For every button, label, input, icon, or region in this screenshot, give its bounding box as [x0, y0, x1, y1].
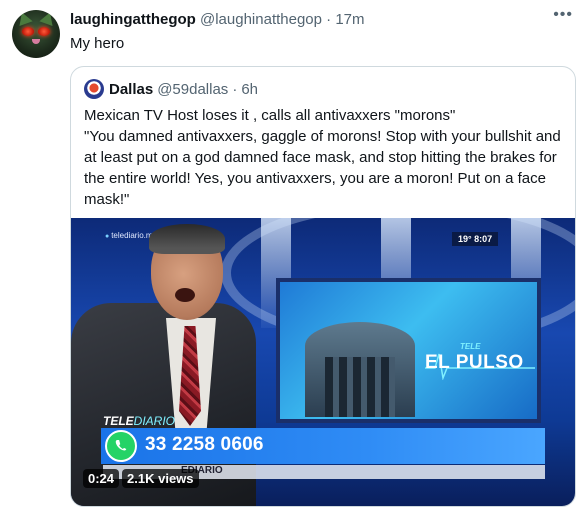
- building-image: [305, 322, 415, 417]
- avatar-nose: [32, 39, 40, 44]
- avatar-eye: [22, 27, 34, 36]
- video-duration: 0:24: [83, 469, 120, 488]
- tweet-header: laughingatthegop @laughinatthegop · 17m: [70, 11, 365, 28]
- quote-text-line: Mexican TV Host loses it , calls all ant…: [84, 107, 456, 124]
- quote-timestamp: 6h: [241, 80, 258, 98]
- video-player[interactable]: telediario.mx 19° 8:07 TELE EL PULSO TEL…: [71, 218, 575, 506]
- separator: ·: [232, 80, 238, 98]
- handle[interactable]: @laughinatthegop: [200, 11, 322, 28]
- avatar-eye: [38, 27, 50, 36]
- whatsapp-icon: [105, 430, 137, 462]
- more-horizontal-icon[interactable]: •••: [553, 6, 573, 24]
- quote-display-name: Dallas: [109, 80, 154, 98]
- video-meta: 0:24 2.1K views: [83, 469, 199, 488]
- tweet-text: My hero: [70, 35, 125, 52]
- quote-header: Dallas @59dallas · 6h: [84, 79, 258, 99]
- avatar-ear: [15, 10, 33, 27]
- quote-handle: @59dallas: [157, 80, 229, 98]
- weather-time-badge: 19° 8:07: [452, 232, 499, 246]
- quote-text: Mexican TV Host loses it , calls all ant…: [84, 105, 568, 210]
- channel-logo: TELEDIARIO: [103, 414, 176, 428]
- quote-avatar: [84, 79, 104, 99]
- host-mouth: [175, 288, 195, 302]
- avatar-ear: [39, 10, 57, 27]
- quote-tweet[interactable]: Dallas @59dallas · 6h Mexican TV Host lo…: [70, 66, 576, 507]
- monitor-title: EL PULSO: [425, 352, 524, 373]
- studio-monitor: TELE EL PULSO: [276, 278, 541, 423]
- avatar[interactable]: [12, 10, 60, 58]
- host-hair: [149, 224, 225, 254]
- quote-text-line: "You damned antivaxxers, gaggle of moron…: [84, 128, 561, 208]
- separator: ·: [326, 11, 332, 28]
- monitor-small-text: TELE: [460, 342, 481, 351]
- phone-number: 33 2258 0606: [145, 434, 264, 455]
- video-views: 2.1K views: [122, 469, 199, 488]
- timestamp[interactable]: 17m: [335, 11, 364, 28]
- display-name[interactable]: laughingatthegop: [70, 11, 196, 28]
